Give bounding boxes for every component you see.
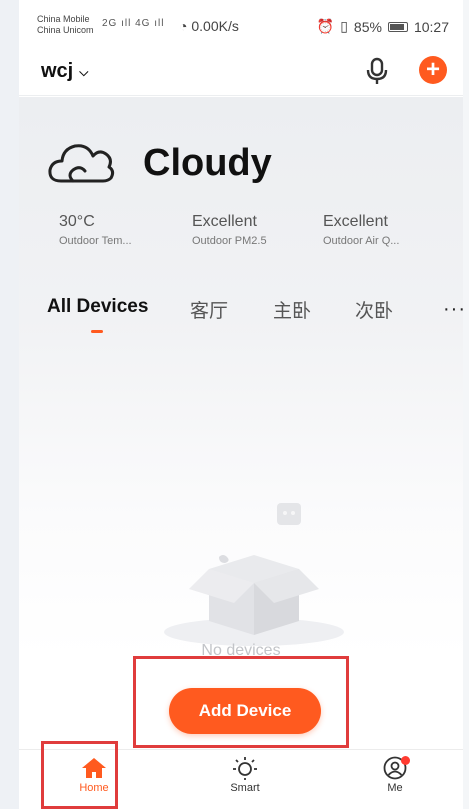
home-main: Cloudy 30°C Outdoor Tem... Excellent Out…: [19, 97, 463, 749]
account-name: wcj: [41, 60, 74, 82]
phone-screen: China Mobile China Unicom 2G ıll 4G ıll …: [19, 0, 463, 809]
app-header: wcj ⌵ +: [19, 44, 463, 96]
clock: 10:27: [413, 18, 449, 35]
carrier-1: China Mobile: [37, 14, 90, 24]
vibrate-icon: ▯: [340, 18, 348, 34]
status-bar: China Mobile China Unicom 2G ıll 4G ıll …: [19, 0, 463, 44]
bottom-tab-bar: Home Smart Me: [19, 749, 463, 809]
weather-condition: Cloudy: [143, 142, 272, 184]
net-speed: 0.00K/s: [191, 18, 239, 34]
empty-box-icon: [164, 503, 344, 646]
signal-icon: 2G ıll 4G ıll: [102, 18, 165, 29]
microphone-icon[interactable]: [364, 56, 390, 86]
stat-pm25: Excellent Outdoor PM2.5: [192, 213, 267, 247]
carrier-names: China Mobile China Unicom: [37, 14, 94, 36]
room-tabs: All Devices 客厅 主卧 次卧 ···: [47, 296, 463, 336]
cloud-icon: [48, 144, 115, 183]
wifi-icon: ◔: [179, 18, 188, 34]
stat-air-quality: Excellent Outdoor Air Q...: [323, 213, 399, 247]
nav-me[interactable]: Me: [355, 756, 435, 794]
stat-temperature: 30°C Outdoor Tem...: [59, 213, 132, 247]
stat-value: Excellent: [192, 213, 257, 230]
stat-value: Excellent: [323, 213, 388, 230]
nav-label: Smart: [230, 782, 260, 794]
sun-icon: [233, 757, 257, 780]
active-tab-indicator: [91, 330, 103, 333]
more-icon[interactable]: ···: [443, 298, 463, 321]
notification-dot: [401, 756, 410, 765]
alarm-icon: ⏰: [316, 18, 335, 34]
nav-smart[interactable]: Smart: [205, 756, 285, 794]
stat-value: 30°C: [59, 213, 95, 230]
tab-master-bedroom[interactable]: 主卧: [273, 296, 311, 323]
stat-label: Outdoor Air Q...: [323, 235, 400, 247]
nav-label: Home: [79, 782, 109, 794]
left-frame: [0, 0, 19, 809]
stat-label: Outdoor Tem...: [59, 235, 132, 247]
tab-second-bedroom[interactable]: 次卧: [355, 296, 393, 323]
status-right: ⏰ ▯ 85% 10:27: [317, 18, 449, 35]
wifi-speed: ◔ 0.00K/s: [179, 18, 239, 34]
battery-icon: [387, 21, 408, 32]
battery-percent: 85%: [353, 18, 382, 35]
no-devices-message: No devices: [201, 642, 281, 659]
chevron-down-icon: ⌵: [79, 65, 89, 79]
stat-label: Outdoor PM2.5: [192, 235, 267, 247]
home-icon: [82, 758, 106, 778]
tab-all-devices[interactable]: All Devices: [47, 296, 148, 318]
tab-living-room[interactable]: 客厅: [190, 296, 228, 323]
plus-icon[interactable]: +: [419, 56, 447, 84]
add-device-button[interactable]: Add Device: [169, 688, 321, 734]
carrier-2: China Unicom: [37, 25, 94, 35]
nav-label: Me: [387, 782, 403, 794]
right-frame: [463, 0, 469, 809]
nav-home[interactable]: Home: [54, 756, 134, 794]
account-switcher[interactable]: wcj ⌵: [41, 60, 88, 83]
